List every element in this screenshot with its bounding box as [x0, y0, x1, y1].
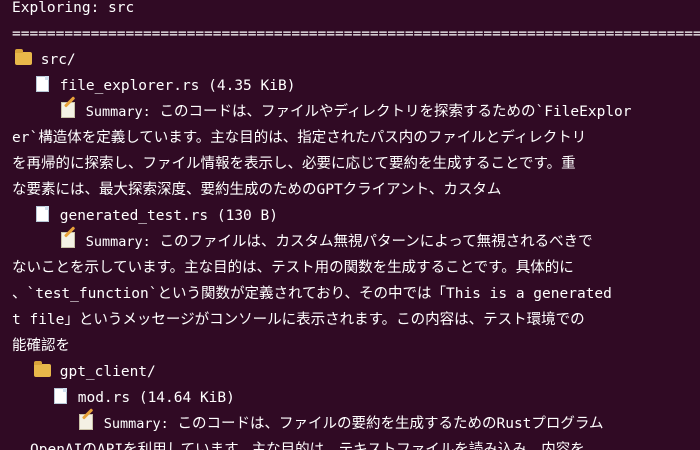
summary-text: このファイルは、カスタム無視パターンによって無視されるべきで — [159, 234, 593, 250]
file-icon — [33, 74, 51, 99]
summary-text: このコードは、ファイルやディレクトリを探索するための`FileExplor — [159, 104, 632, 120]
summary-text: 能確認を — [12, 338, 70, 354]
summary-text: OpenAIのAPIを利用しています。主な目的は、テキストファイルを読み込み、内… — [30, 442, 585, 450]
summary-text: このコードは、ファイルの要約を生成するためのRustプログラム — [177, 416, 604, 432]
folder-name: gpt_client/ — [59, 364, 156, 380]
summary-line: Summary: このファイルは、カスタム無視パターンによって無視されるべきで — [59, 230, 593, 255]
separator-line: ========================================… — [12, 26, 700, 42]
file-icon — [51, 386, 69, 411]
summary-label: Summary: — [85, 104, 151, 120]
tree-folder-src: src/ — [14, 48, 76, 73]
file-name: file_explorer.rs (4.35 KiB) — [59, 78, 296, 94]
tree-file-mod: mod.rs (14.64 KiB) — [51, 386, 235, 411]
folder-icon — [14, 48, 32, 73]
exploring-header: Exploring: src — [12, 0, 135, 16]
summary-text: t file」というメッセージがコンソールに表示されます。この内容は、テスト環境… — [12, 312, 585, 328]
folder-name: src/ — [40, 52, 76, 68]
file-name: generated_test.rs (130 B) — [59, 208, 278, 224]
terminal-window[interactable]: Exploring: src =========================… — [0, 0, 700, 450]
summary-text: ないことを示しています。主な目的は、テスト用の関数を生成することです。具体的に — [12, 260, 574, 276]
summary-label: Summary: — [103, 416, 169, 432]
tree-file-generated-test: generated_test.rs (130 B) — [33, 204, 278, 229]
memo-icon — [59, 230, 77, 255]
folder-icon — [33, 360, 51, 385]
summary-line: Summary: このコードは、ファイルの要約を生成するためのRustプログラム — [77, 412, 603, 437]
tree-folder-gpt-client: gpt_client/ — [33, 360, 156, 385]
summary-text: を再帰的に探索し、ファイル情報を表示し、必要に応じて要約を生成することです。重 — [12, 156, 576, 172]
memo-icon — [59, 100, 77, 125]
summary-text: er`構造体を定義しています。主な目的は、指定されたパス内のファイルとディレクト… — [12, 130, 587, 146]
summary-label: Summary: — [85, 234, 151, 250]
memo-icon — [77, 412, 95, 437]
file-name: mod.rs (14.64 KiB) — [77, 390, 235, 406]
summary-line: Summary: このコードは、ファイルやディレクトリを探索するための`File… — [59, 100, 632, 125]
summary-text: な要素には、最大探索深度、要約生成のためのGPTクライアント、カスタム — [12, 182, 502, 198]
summary-text: 、`test_function`という関数が定義されており、その中では「This… — [12, 286, 612, 302]
file-icon — [33, 204, 51, 229]
